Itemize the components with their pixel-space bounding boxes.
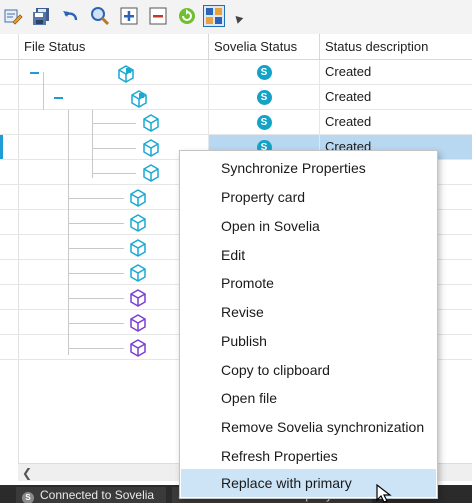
grid-header: File Status Sovelia Status Status descri… — [0, 34, 472, 60]
menu-item-open-in-sovelia[interactable]: Open in Sovelia — [181, 212, 436, 240]
menu-item-edit[interactable]: Edit — [181, 241, 436, 269]
menu-item-refresh-properties[interactable]: Refresh Properties — [181, 442, 436, 470]
purple-part-cube-icon — [130, 289, 146, 307]
tree-connector — [68, 198, 124, 199]
table-row[interactable]: S Created — [0, 60, 472, 85]
toolbar — [0, 0, 472, 34]
sovelia-status-cell: S — [208, 85, 319, 109]
part-cube-icon — [143, 114, 159, 132]
refresh-icon[interactable] — [176, 5, 198, 27]
structure-view-icon[interactable] — [203, 5, 225, 27]
toolbar-overflow-icon[interactable] — [232, 13, 244, 24]
collapse-toggle[interactable] — [30, 72, 39, 74]
connection-status-tab[interactable]: S Connected to Sovelia — [16, 487, 166, 503]
column-sovelia-status[interactable]: Sovelia Status — [208, 34, 319, 60]
tree-connector — [43, 72, 44, 110]
tree-connector — [92, 123, 136, 124]
sovelia-status-icon: S — [256, 89, 272, 105]
redo-arrow-icon[interactable] — [60, 5, 82, 27]
mouse-cursor-icon — [376, 484, 392, 503]
tree-connector — [68, 273, 124, 274]
magnifier-icon[interactable] — [89, 5, 111, 27]
menu-item-open-file[interactable]: Open file — [181, 384, 436, 412]
tree-connector — [68, 110, 69, 355]
tree-connector — [68, 298, 124, 299]
column-status-description[interactable]: Status description — [319, 34, 472, 60]
menu-item-promote[interactable]: Promote — [181, 269, 436, 297]
menu-item-property-card[interactable]: Property card — [181, 183, 436, 211]
sovelia-status-cell: S — [208, 60, 319, 84]
menu-item-revise[interactable]: Revise — [181, 298, 436, 326]
collapse-minus-icon[interactable] — [147, 5, 169, 27]
sovelia-status-icon: S — [256, 64, 272, 80]
assembly-cube-icon — [118, 65, 134, 83]
status-description-cell: Created — [319, 60, 472, 84]
menu-item-synchronize-properties[interactable]: Synchronize Properties — [181, 154, 436, 182]
connection-label: Connected to Sovelia — [40, 488, 155, 502]
tree-connector — [68, 248, 124, 249]
part-cube-icon — [130, 189, 146, 207]
purple-part-cube-icon — [130, 314, 146, 332]
tree-connector — [92, 173, 136, 174]
tree-connector — [68, 223, 124, 224]
tree-connector — [92, 148, 136, 149]
part-cube-icon — [130, 264, 146, 282]
collapse-toggle[interactable] — [54, 97, 63, 99]
sovelia-status-cell: S — [208, 110, 319, 134]
part-cube-icon — [130, 239, 146, 257]
menu-item-copy-to-clipboard[interactable]: Copy to clipboard — [181, 356, 436, 384]
table-row[interactable]: S Created — [0, 110, 472, 135]
context-menu: Synchronize Properties Property card Ope… — [179, 150, 438, 499]
menu-item-replace-with-primary[interactable]: Replace with primary — [181, 469, 436, 497]
part-cube-icon — [143, 164, 159, 182]
selection-marker — [0, 135, 3, 159]
pencil-edit-icon[interactable] — [2, 5, 24, 27]
part-cube-icon — [130, 214, 146, 232]
tree-connector — [68, 323, 124, 324]
column-file-status[interactable]: File Status — [18, 34, 208, 60]
assembly-cube-icon — [131, 90, 147, 108]
expand-plus-icon[interactable] — [118, 5, 140, 27]
sovelia-status-icon: S — [256, 114, 272, 130]
status-description-cell: Created — [319, 85, 472, 109]
purple-part-cube-icon — [130, 339, 146, 357]
save-all-icon[interactable] — [31, 5, 53, 27]
menu-item-publish[interactable]: Publish — [181, 327, 436, 355]
tree-connector — [92, 110, 93, 178]
part-cube-icon — [143, 139, 159, 157]
menu-item-remove-sovelia-synchronization[interactable]: Remove Sovelia synchronization — [181, 413, 436, 441]
sovelia-connection-icon: S — [22, 492, 34, 503]
status-description-cell: Created — [319, 110, 472, 134]
table-row[interactable]: S Created — [0, 85, 472, 110]
tree-connector — [68, 348, 124, 349]
scroll-left-icon[interactable]: ❮ — [22, 467, 34, 479]
